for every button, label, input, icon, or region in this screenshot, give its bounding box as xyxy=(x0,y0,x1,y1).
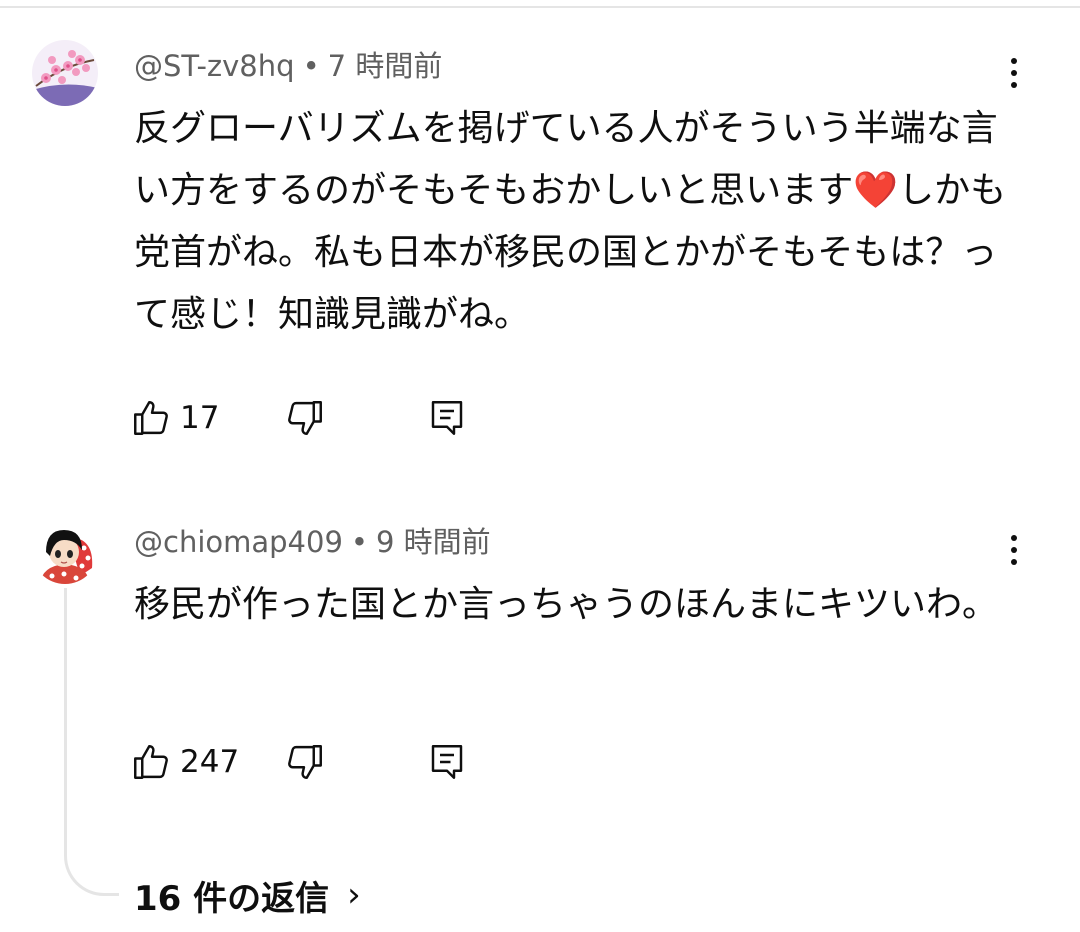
author-name[interactable]: @ST-zv8hq xyxy=(134,49,295,83)
avatar-anime-character-image xyxy=(32,518,98,584)
avatar-chiomap409[interactable] xyxy=(32,518,98,584)
comment-actions: 247 xyxy=(130,738,530,786)
thread-line xyxy=(64,588,119,896)
chevron-right-icon: › xyxy=(347,875,361,915)
comment-meta: @chiomap409 • 9 時間前 xyxy=(134,522,491,562)
reply-button[interactable] xyxy=(426,738,468,786)
meta-separator: • xyxy=(302,49,320,83)
comment-meta: @ST-zv8hq • 7 時間前 xyxy=(134,46,442,86)
top-divider xyxy=(0,6,1080,8)
dislike-icon xyxy=(288,745,322,779)
avatar-cherry-blossom-image xyxy=(32,40,98,106)
reply-button[interactable] xyxy=(426,394,468,442)
replies-label: 16 件の返信 xyxy=(134,878,330,919)
like-button[interactable]: 247 xyxy=(130,738,239,786)
avatar-st-zv8hq[interactable] xyxy=(32,40,98,106)
dislike-button[interactable] xyxy=(284,394,326,442)
like-icon xyxy=(134,745,168,779)
author-name[interactable]: @chiomap409 xyxy=(134,525,343,559)
more-vert-icon[interactable] xyxy=(1000,526,1028,574)
timestamp: 7 時間前 xyxy=(327,49,443,83)
like-count: 17 xyxy=(180,400,220,436)
timestamp: 9 時間前 xyxy=(376,525,491,559)
meta-separator: • xyxy=(350,525,369,559)
like-count: 247 xyxy=(180,744,240,780)
comment-actions: 17 xyxy=(130,394,530,442)
comment-text: 移民が作った国とか言っちゃうのほんまにキツいわ。 xyxy=(134,584,999,625)
reply-icon xyxy=(431,401,463,435)
view-replies-button[interactable]: 16 件の返信 › xyxy=(134,870,361,920)
more-vert-icon[interactable] xyxy=(1000,49,1028,97)
reply-icon xyxy=(431,745,463,779)
dislike-button[interactable] xyxy=(284,738,326,786)
comment-text: 反グローバリズムを掲げている人がそういう半端な言い方をするのがそもそもおかしいと… xyxy=(134,108,1007,335)
like-icon xyxy=(134,401,168,435)
like-button[interactable]: 17 xyxy=(130,394,219,442)
dislike-icon xyxy=(288,401,322,435)
